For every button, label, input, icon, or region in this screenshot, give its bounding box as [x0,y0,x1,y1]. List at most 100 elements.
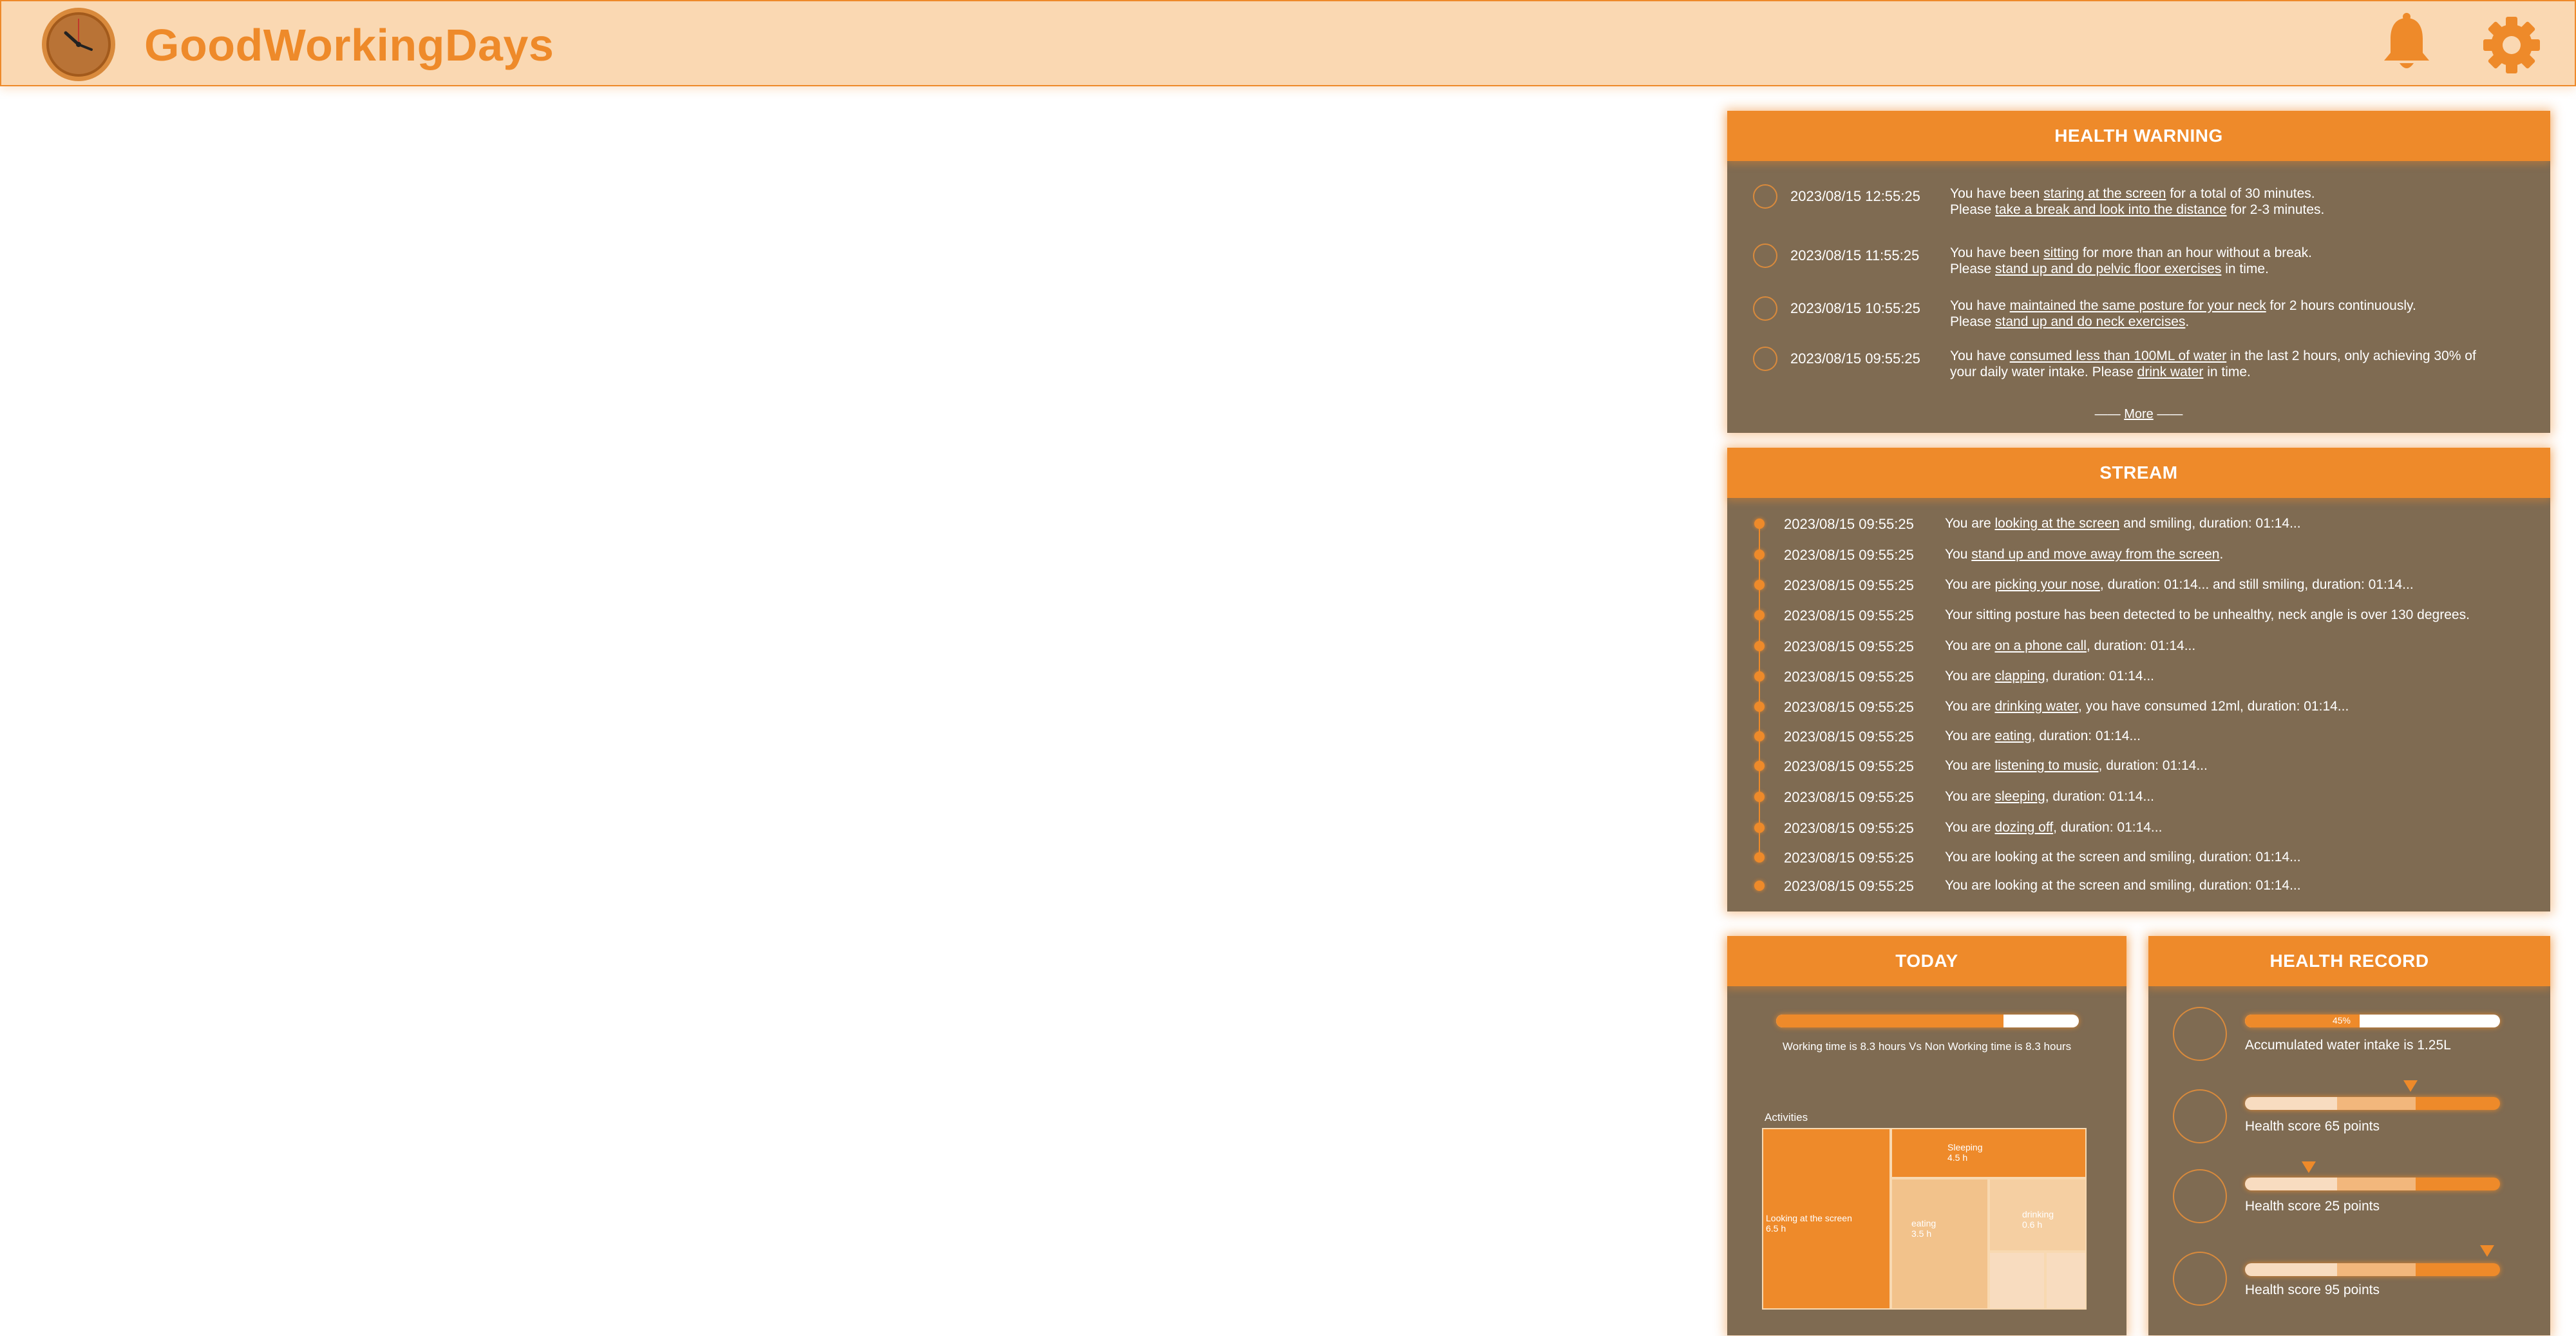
stream-text: , duration: 01:14... and still smiling, … [2099,577,2414,592]
timeline-dot [1754,823,1765,833]
stream-message: You are sleeping, duration: 01:14... [1945,789,2154,805]
stream-link[interactable]: picking your nose [1994,577,2099,592]
stream-time: 2023/08/15 09:55:25 [1784,758,1914,774]
timeline-dot [1754,519,1765,529]
warning-text: for 2 hours continuously. [2266,298,2416,313]
treemap-other-1[interactable] [1989,1252,2045,1310]
stream-text: , duration: 01:14... [2045,669,2154,683]
warning-time: 2023/08/15 12:55:25 [1790,188,1920,204]
working-time-fill [1776,1015,2003,1027]
stream-text: You are [1945,699,1995,714]
stream-item: 2023/08/15 09:55:25 You are drinking wate… [1727,699,2550,718]
stream-message: You are looking at the screen and smilin… [1945,516,2301,531]
bell-icon[interactable] [2378,13,2436,74]
working-time-bar [1776,1015,2079,1027]
warning-text: for more than an hour without a break. [2079,245,2312,260]
stream-link[interactable]: on a phone call [1994,638,2086,653]
stream-message: You are dozing off, duration: 01:14... [1945,820,2162,835]
warning-time: 2023/08/15 11:55:25 [1790,247,1920,263]
stream-link[interactable]: drinking water [1994,699,2078,714]
stream-message: You are drinking water, you have consume… [1945,699,2349,714]
stream-link[interactable]: listening to music [1994,758,2098,773]
stream-message: You are picking your nose, duration: 01:… [1945,577,2414,593]
warning-link[interactable]: staring at the screen [2043,186,2166,201]
warning-text: for 2-3 minutes. [2226,202,2325,217]
water-intake-label: Accumulated water intake is 1.25L [2245,1038,2451,1053]
warning-message: You have been sitting for more than an h… [1950,245,2512,277]
stream-item: 2023/08/15 09:55:25 You are eating, durat… [1727,729,2550,748]
stream-message: You are looking at the screen and smilin… [1945,878,2301,893]
health-score-label: Health score 65 points [2245,1119,2380,1134]
more-row: —— More —— [1727,407,2550,422]
warning-text: Please [1950,202,1996,217]
stream-message: Your sitting posture has been detected t… [1945,607,2470,623]
stream-title: STREAM [1727,448,2550,498]
stream-text: You are [1945,789,1995,804]
treemap-label: Sleeping [1947,1142,1983,1152]
stream-link[interactable]: clapping [1994,669,2045,683]
stream-message: You are listening to music, duration: 01… [1945,758,2208,774]
warning-text: . [2185,314,2190,329]
score-marker [2302,1161,2316,1173]
stream-text: You are [1945,758,1995,773]
stream-link[interactable]: looking at the screen [1994,516,2119,531]
stream-item: 2023/08/15 09:55:25 You are listening to … [1727,758,2550,778]
treemap-value: 3.5 h [1911,1228,1932,1239]
more-link[interactable]: More [2124,407,2154,421]
stream-link[interactable]: sleeping [1994,789,2045,804]
timeline-dot [1754,852,1765,863]
stream-time: 2023/08/15 09:55:25 [1784,820,1914,836]
timeline-dot [1754,580,1765,590]
stream-message: You are on a phone call, duration: 01:14… [1945,638,2195,654]
stream-text: , you have consumed 12ml, duration: 01:1… [2078,699,2349,714]
timeline-dot [1754,549,1765,560]
water-cup-icon [1753,347,1777,371]
neck-icon [1753,296,1777,321]
warning-link[interactable]: drink water [2137,365,2204,379]
stream-item: 2023/08/15 09:55:25 Your sitting posture … [1727,607,2550,627]
warning-text: You have been [1950,245,2044,260]
stream-link[interactable]: dozing off [1994,820,2053,835]
treemap-sleeping[interactable]: Sleeping 4.5 h [1891,1128,2087,1178]
treemap-value: 0.6 h [2022,1219,2043,1230]
warning-link[interactable]: stand up and do pelvic floor exercises [1995,262,2221,276]
stream-link[interactable]: stand up and move away from the screen [1971,547,2219,562]
health-score-label: Health score 95 points [2245,1283,2380,1297]
warning-text: for a total of 30 minutes. [2166,186,2315,201]
stream-text: You are [1945,729,1995,743]
stream-text: You are [1945,638,1995,653]
warning-link[interactable]: sitting [2043,245,2079,260]
stream-text: , duration: 01:14... [2053,820,2163,835]
treemap-label: drinking [2022,1209,2054,1219]
stream-message: You are looking at the screen and smilin… [1945,850,2301,865]
treemap-eating[interactable]: eating 3.5 h [1891,1178,1989,1310]
gear-icon[interactable] [2482,15,2541,75]
warning-link[interactable]: consumed less than 100ML of water [2010,348,2227,363]
stream-text: You [1945,547,1972,562]
warning-link[interactable]: maintained the same posture for your nec… [2010,298,2266,313]
warning-time: 2023/08/15 09:55:25 [1790,350,1920,367]
warning-link[interactable]: take a break and look into the distance [1995,202,2227,217]
health-score-bar [2245,1178,2500,1190]
stream-item: 2023/08/15 09:55:25 You are looking at th… [1727,516,2550,535]
warning-text: You have [1950,348,2010,363]
clock-logo-icon [42,8,115,81]
treemap-other-2[interactable] [2045,1252,2087,1310]
warning-message: You have been staring at the screen for … [1950,186,2512,218]
timeline-dot [1754,671,1765,682]
timeline-line [1759,525,1760,860]
water-percent: 45% [2332,1015,2351,1026]
stream-link[interactable]: eating [1994,729,2031,743]
treemap-drinking[interactable]: drinking 0.6 h [1989,1178,2087,1252]
stream-text: You are [1945,820,1995,835]
timeline-dot [1754,731,1765,741]
neck-icon [2173,1169,2227,1223]
stream-text: , duration: 01:14... [2031,729,2141,743]
warning-text: in the last 2 hours, only achieving 30% … [2226,348,2476,363]
treemap-looking-at-screen[interactable]: Looking at the screen 6.5 h [1762,1128,1891,1310]
stream-text: You are [1945,516,1995,531]
today-panel: TODAY Working time is 8.3 hours Vs Non W… [1727,936,2126,1335]
score-marker [2480,1245,2495,1257]
treemap-value: 4.5 h [1947,1152,1968,1163]
warning-link[interactable]: stand up and do neck exercises [1995,314,2185,329]
